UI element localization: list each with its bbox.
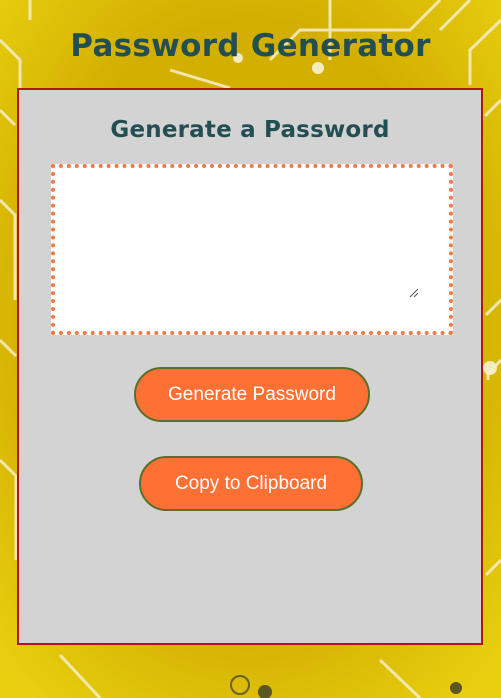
copy-to-clipboard-button[interactable]: Copy to Clipboard xyxy=(139,456,363,511)
resize-grip-icon[interactable] xyxy=(407,286,419,298)
generator-card: Generate a Password Generate Password Co… xyxy=(17,88,483,645)
generate-password-button[interactable]: Generate Password xyxy=(134,367,370,422)
page-title: Password Generator xyxy=(70,28,431,64)
card-title: Generate a Password xyxy=(110,117,390,143)
password-output-field[interactable] xyxy=(55,168,449,331)
password-output-frame xyxy=(51,164,453,335)
